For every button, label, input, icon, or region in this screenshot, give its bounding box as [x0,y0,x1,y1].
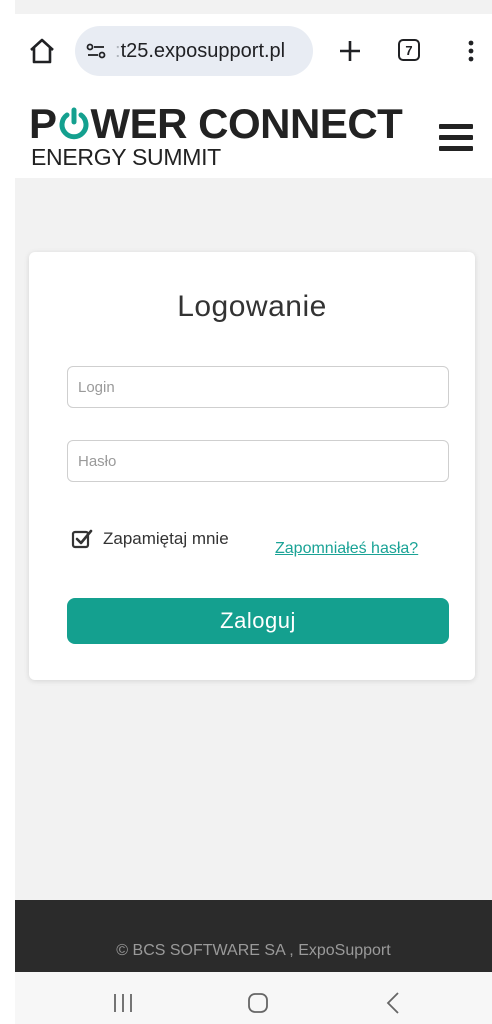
address-bar[interactable]: :t25.exposupport.pl [75,26,313,76]
login-button[interactable]: Zaloguj [67,598,449,644]
hamburger-menu-icon[interactable] [439,124,473,152]
home-icon[interactable] [27,36,57,66]
login-card: Logowanie Zapamiętaj mnie Zapomniałeś ha… [29,252,475,680]
login-input[interactable] [67,366,449,408]
browser-toolbar: :t25.exposupport.pl 7 [15,14,492,88]
site-header: P WER CONNECT ENERGY SUMMIT [15,88,492,178]
logo-subtitle: ENERGY SUMMIT [31,144,221,170]
remember-me[interactable]: Zapamiętaj mnie [71,526,233,551]
footer-copyright: © BCS SOFTWARE SA , ExpoSupport [116,942,391,959]
back-icon[interactable] [385,990,401,1016]
remember-label[interactable]: Zapamiętaj mnie [103,526,233,551]
checkbox-checked-icon[interactable] [71,528,93,550]
site-settings-icon[interactable] [85,40,107,62]
forgot-password-link[interactable]: Zapomniałeś hasła? [275,540,418,558]
more-vertical-icon[interactable] [461,36,481,66]
login-title: Logowanie [177,290,327,323]
system-nav-bar [15,972,492,1024]
tab-switcher-button[interactable]: 7 [398,39,420,61]
plus-icon[interactable] [335,36,365,66]
page-footer: © BCS SOFTWARE SA , ExpoSupport [15,900,492,972]
password-input[interactable] [67,440,449,482]
phone-screen: :t25.exposupport.pl 7 P WER CONNECT ENER… [15,0,492,1024]
nav-home-icon[interactable] [247,992,269,1014]
url-text: :t25.exposupport.pl [115,39,286,62]
power-icon [59,107,89,140]
logo-title[interactable]: P WER CONNECT [29,102,403,146]
recent-apps-icon[interactable] [111,992,135,1014]
